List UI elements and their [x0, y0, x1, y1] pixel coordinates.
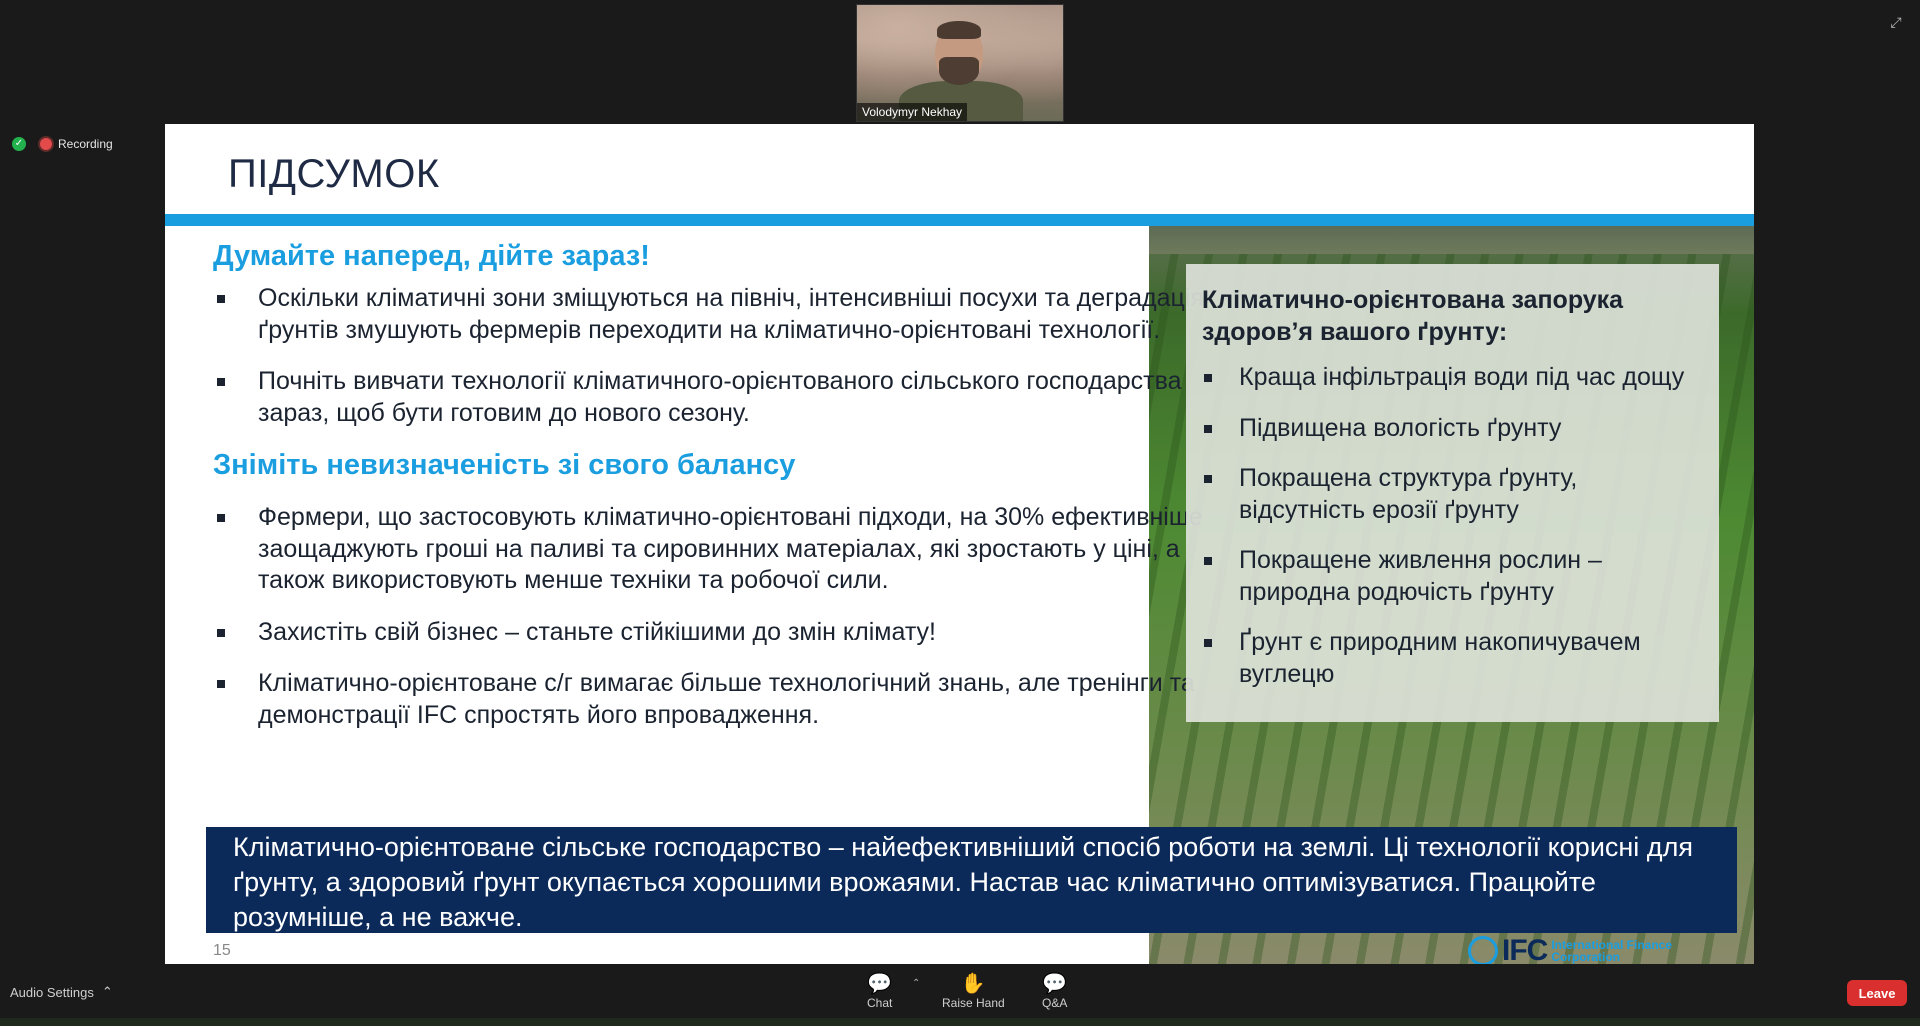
globe-icon	[1468, 936, 1498, 964]
info-item-text: Покращене живлення рослин – природна род…	[1239, 546, 1602, 606]
info-box-title: Кліматично-орієнтована запорука здоров’я…	[1202, 286, 1624, 346]
list-item: Оскільки кліматичні зони зміщуються на п…	[213, 283, 1213, 346]
list-item: Фермери, що застосовують кліматично-оріє…	[213, 502, 1213, 597]
section-heading-1: Думайте наперед, дійте зараз!	[213, 240, 650, 272]
raise-hand-label: Raise Hand	[942, 996, 1005, 1010]
info-item-text: Краща інфільтрація води під час дощу	[1239, 363, 1685, 391]
bullet-icon	[1204, 374, 1212, 382]
left-column: Думайте наперед, дійте зараз! Оскільки к…	[213, 240, 1213, 751]
bullet-list-2: Фермери, що застосовують кліматично-оріє…	[213, 502, 1213, 731]
recording-label: Recording	[58, 137, 113, 151]
bullet-icon	[1204, 475, 1212, 483]
list-item: Захистіть свій бізнес – станьте стійкіши…	[213, 617, 1213, 649]
section-heading-2: Зніміть невизначеність зі свого балансу	[213, 449, 796, 481]
chevron-up-icon: ⌃	[101, 984, 113, 999]
soil-health-box: Кліматично-орієнтована запорука здоров’я…	[1186, 264, 1719, 722]
bullet-icon	[217, 514, 225, 522]
qa-label: Q&A	[1042, 996, 1068, 1010]
list-item: Ґрунт є природним накопичувачем вуглецю	[1202, 627, 1703, 690]
summary-banner: Кліматично-орієнтоване сільське господар…	[206, 827, 1737, 933]
info-item-text: Ґрунт є природним накопичувачем вуглецю	[1239, 628, 1641, 688]
qa-button[interactable]: 💬 Q&A	[1042, 972, 1067, 1010]
title-divider	[165, 214, 1754, 226]
recording-indicator[interactable]: Recording	[40, 134, 113, 154]
list-item: Краща інфільтрація води під час дощу	[1202, 362, 1703, 394]
participant-name: Volodymyr Nekhay	[857, 103, 968, 121]
info-item-text: Підвищена вологість ґрунту	[1239, 413, 1562, 442]
hand-icon: ✋	[960, 973, 986, 995]
bullet-text: Захистіть свій бізнес – станьте стійкіши…	[258, 617, 937, 646]
bullet-text: Фермери, що застосовують кліматично-оріє…	[258, 503, 1203, 594]
meeting-window: Volodymyr Nekhay ⤢ ✓ Recording ПІДСУМОК …	[0, 0, 1920, 1026]
participant-video[interactable]: Volodymyr Nekhay	[856, 4, 1064, 122]
qa-icon: 💬	[1042, 973, 1068, 995]
leave-button[interactable]: Leave	[1847, 980, 1907, 1006]
logo-text: International Finance Corporation	[1551, 938, 1673, 964]
audio-settings-label: Audio Settings	[10, 984, 94, 1000]
taskbar-strip	[0, 1018, 1920, 1026]
bullet-icon	[217, 680, 225, 688]
bullet-icon	[217, 378, 225, 386]
chat-label: Chat	[867, 996, 893, 1010]
list-item: Покращена структура ґрунту, відсутність …	[1202, 463, 1703, 526]
bullet-text: Оскільки кліматичні зони зміщуються на п…	[258, 284, 1204, 344]
participant-hair	[937, 21, 981, 39]
bullet-text: Почніть вивчати технології кліматичного-…	[258, 367, 1182, 427]
raise-hand-button[interactable]: ✋ Raise Hand	[942, 972, 1005, 1010]
photo-horizon	[1149, 226, 1754, 254]
bullet-icon	[1204, 424, 1212, 433]
chevron-up-icon[interactable]: ⌃	[912, 978, 920, 989]
audio-settings-button[interactable]: Audio Settings ⌃	[10, 984, 113, 1000]
shared-slide: ПІДСУМОК Думайте наперед, дійте зараз! О…	[165, 124, 1754, 964]
meeting-toolbar: Audio Settings ⌃ 💬 Chat ⌃ ✋ Raise Hand 💬…	[0, 966, 1920, 1018]
chat-button[interactable]: 💬 Chat	[867, 972, 892, 1010]
list-item: Покращене живлення рослин – природна род…	[1202, 545, 1703, 608]
bullet-icon	[1204, 557, 1212, 565]
fullscreen-icon[interactable]: ⤢	[1888, 14, 1904, 30]
shield-icon[interactable]: ✓	[12, 137, 26, 151]
page-number: 15	[213, 942, 231, 959]
bullet-icon	[217, 628, 225, 637]
list-item: Кліматично-орієнтоване с/г вимагає більш…	[213, 668, 1213, 731]
bullet-list-1: Оскільки кліматичні зони зміщуються на п…	[213, 283, 1213, 429]
chat-icon: 💬	[867, 973, 893, 995]
record-icon	[40, 138, 52, 150]
bullet-icon	[217, 295, 225, 303]
participant-beard	[939, 57, 979, 85]
bullet-text: Кліматично-орієнтоване с/г вимагає більш…	[258, 669, 1195, 729]
ifc-logo: IFC International Finance Corporation	[1468, 934, 1681, 964]
info-box-list: Краща інфільтрація води під час дощу Під…	[1202, 362, 1703, 690]
list-item: Підвищена вологість ґрунту	[1202, 413, 1703, 445]
slide-title: ПІДСУМОК	[228, 152, 440, 196]
list-item: Почніть вивчати технології кліматичного-…	[213, 366, 1213, 429]
info-item-text: Покращена структура ґрунту, відсутність …	[1239, 464, 1578, 524]
bullet-icon	[1204, 639, 1212, 647]
logo-mark: IFC	[1502, 934, 1548, 964]
